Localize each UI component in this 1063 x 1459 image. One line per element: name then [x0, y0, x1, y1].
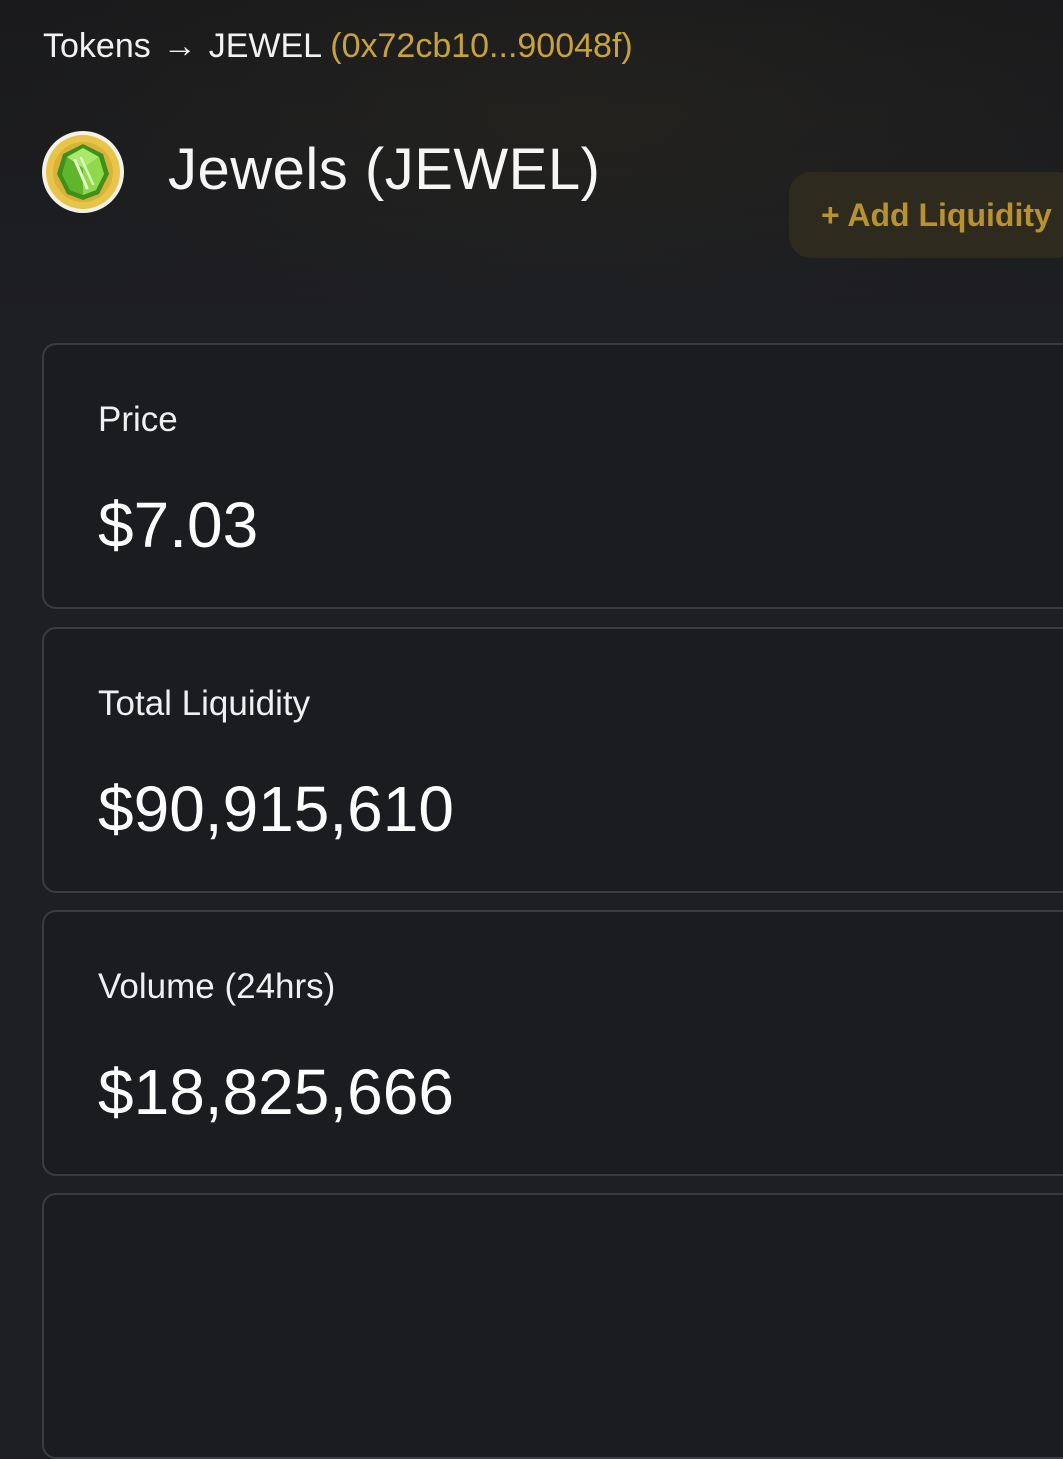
volume-value: $18,825,666 — [98, 1056, 454, 1128]
total-liquidity-card: Total Liquidity $90,915,610 — [42, 627, 1063, 893]
arrow-right-icon: → — [162, 27, 197, 65]
breadcrumb: Tokens → JEWEL (0x72cb10...90048f) — [43, 24, 633, 68]
price-label: Price — [98, 400, 178, 439]
breadcrumb-token-symbol: JEWEL — [208, 27, 321, 65]
price-card: Price $7.03 — [42, 343, 1063, 609]
add-liquidity-button[interactable]: + Add Liquidity — [789, 172, 1063, 258]
breadcrumb-tokens-link[interactable]: Tokens — [43, 27, 151, 65]
next-stat-card — [42, 1193, 1063, 1459]
total-liquidity-value: $90,915,610 — [98, 773, 454, 845]
total-liquidity-label: Total Liquidity — [98, 684, 311, 723]
volume-card: Volume (24hrs) $18,825,666 — [42, 910, 1063, 1176]
page-title: Jewels (JEWEL) — [168, 137, 601, 202]
volume-label: Volume (24hrs) — [98, 967, 336, 1006]
token-address-link[interactable]: (0x72cb10...90048f) — [330, 27, 632, 65]
jewel-gem-icon — [41, 130, 125, 214]
price-value: $7.03 — [98, 489, 259, 561]
